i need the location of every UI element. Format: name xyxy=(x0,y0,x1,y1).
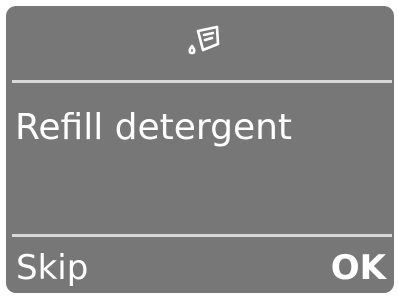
footer-divider xyxy=(12,234,392,237)
display-header xyxy=(6,6,394,80)
message-text: Refill detergent xyxy=(15,107,293,148)
skip-button[interactable]: Skip xyxy=(16,246,88,290)
device-display: Refill detergent Skip OK xyxy=(6,6,394,293)
detergent-icon xyxy=(183,22,223,62)
header-divider xyxy=(12,80,392,83)
ok-button[interactable]: OK xyxy=(331,246,386,290)
